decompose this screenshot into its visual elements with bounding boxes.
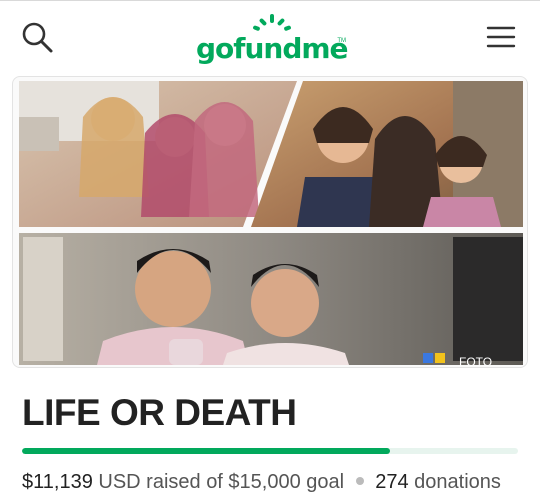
- photo-watermark: FOTO: [459, 355, 492, 368]
- menu-button[interactable]: [484, 22, 518, 52]
- photo-brothers-selfie: [19, 233, 523, 365]
- sprout-icon: [253, 14, 291, 31]
- logo-wordmark: gofundme: [196, 32, 349, 65]
- fundraising-stats: $11,139 USD raised of $15,000 goal 274 d…: [22, 471, 501, 494]
- raised-goal-text: USD raised of $15,000 goal: [98, 471, 345, 493]
- site-header: gofundme TM: [0, 0, 540, 76]
- donation-progress-fill: [22, 448, 391, 454]
- donations-label: donations: [414, 471, 501, 493]
- campaign-title: LIFE OR DEATH: [22, 392, 297, 433]
- donations-count: 274: [375, 471, 409, 493]
- raised-amount: $11,139: [22, 471, 93, 493]
- search-icon: [22, 22, 53, 53]
- collage-image: FOTO: [19, 81, 523, 368]
- photo-mother-daughters: [251, 81, 523, 227]
- logo-trademark: TM: [337, 38, 346, 44]
- search-button[interactable]: [20, 20, 56, 56]
- campaign-photo-collage[interactable]: FOTO: [12, 76, 528, 368]
- separator-dot: [355, 477, 364, 486]
- gofundme-logo[interactable]: gofundme TM: [196, 12, 349, 68]
- donation-progress-bar: [22, 448, 518, 454]
- hamburger-menu-icon: [486, 26, 516, 48]
- photo-family-women: [19, 81, 297, 227]
